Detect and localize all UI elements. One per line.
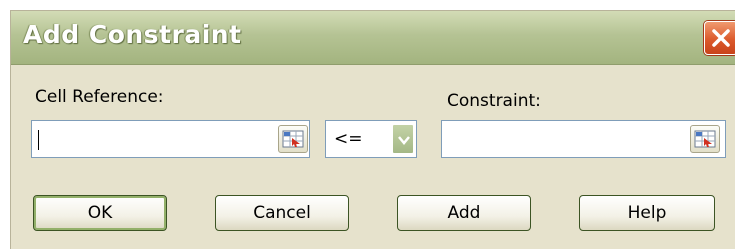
range-select-icon [694,130,716,148]
cell-reference-label: Cell Reference: [35,87,164,107]
text-cursor [38,130,39,150]
add-button[interactable]: Add [397,195,531,231]
title-bar[interactable]: Add Constraint [11,11,735,65]
constraint-label: Constraint: [447,91,541,111]
help-button[interactable]: Help [579,195,715,231]
cell-reference-collapse-button[interactable] [278,125,308,153]
chevron-down-icon [398,136,410,145]
close-icon [712,29,730,47]
dialog-title: Add Constraint [23,20,242,49]
constraint-collapse-button[interactable] [690,125,720,153]
cancel-button[interactable]: Cancel [215,195,349,231]
ok-button[interactable]: OK [33,195,167,231]
cell-reference-input[interactable] [31,120,310,158]
operator-dropdown-button[interactable] [392,124,414,154]
operator-value: <= [334,129,363,149]
add-constraint-dialog: Add Constraint Cell Reference: <= Constr… [10,10,735,249]
constraint-input[interactable] [441,120,726,158]
close-button[interactable] [704,21,735,55]
range-select-icon [282,130,304,148]
operator-select[interactable]: <= [325,120,417,158]
